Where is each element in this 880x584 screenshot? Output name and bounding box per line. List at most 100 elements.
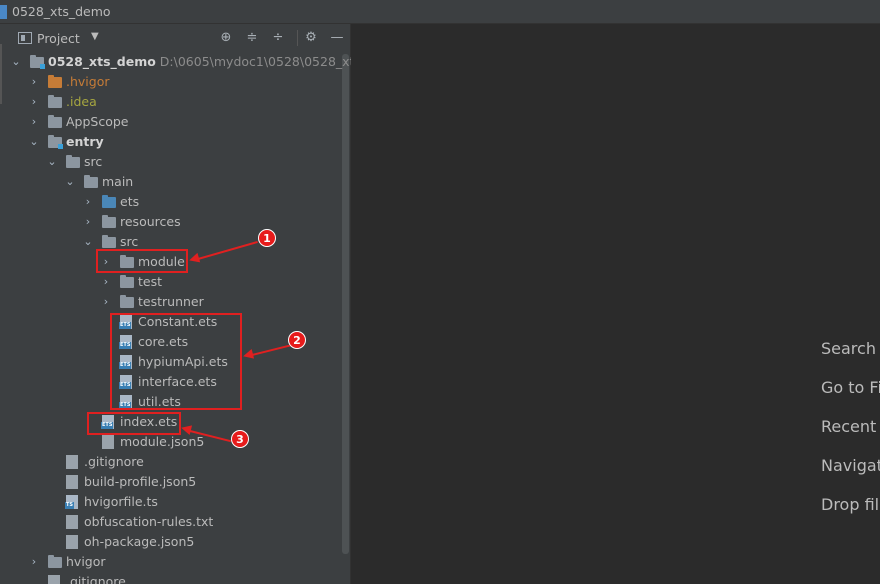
tree-row-resources[interactable]: › resources	[5, 212, 351, 232]
hint-recent-files: Recent F	[821, 417, 880, 436]
tree-label: src	[84, 154, 103, 169]
folder-icon	[102, 195, 116, 208]
folder-icon	[102, 215, 116, 228]
tree-row-gitignore-root[interactable]: .gitignore	[5, 572, 351, 584]
tree-row-gitignore[interactable]: .gitignore	[5, 452, 351, 472]
tree-label: build-profile.json5	[84, 474, 197, 489]
text-file-icon	[66, 515, 78, 529]
folder-icon	[30, 55, 45, 69]
minimize-icon[interactable]: —	[328, 29, 346, 47]
annotation-marker-3: 3	[231, 430, 249, 448]
folder-icon	[120, 275, 134, 288]
chevron-down-icon[interactable]: ⌄	[11, 55, 21, 69]
tree-row-hvigorfile[interactable]: hvigorfile.ts	[5, 492, 351, 512]
tree-row-hvigor[interactable]: › hvigor	[5, 552, 351, 572]
gitignore-file-icon	[48, 575, 60, 584]
locate-icon[interactable]: ⊕	[217, 29, 235, 47]
highlight-box-ets-files	[110, 313, 242, 410]
tree-row-test[interactable]: › test	[5, 272, 351, 292]
tree-label: resources	[120, 214, 181, 229]
root-path: D:\0605\mydoc1\0528\0528_xts_de	[159, 54, 351, 69]
annotation-marker-1: 1	[258, 229, 276, 247]
title-bar: 0528_xts_demo	[0, 0, 880, 24]
folder-icon	[102, 235, 116, 248]
hint-go-to-file: Go to Fi	[821, 378, 880, 397]
tree-row-buildprofile[interactable]: build-profile.json5	[5, 472, 351, 492]
tree-label: module.json5	[120, 434, 205, 449]
tree-row-hvigor-dir[interactable]: › .hvigor	[5, 72, 351, 92]
project-panel: Project ▼ ⊕ ≑ ÷ ⚙ — ⌄ 0528_xts_demo D:\0…	[5, 24, 351, 584]
highlight-box-index	[87, 412, 181, 435]
tree-row-testrunner[interactable]: › testrunner	[5, 292, 351, 312]
tree-label: main	[102, 174, 134, 189]
chevron-down-icon[interactable]: ▼	[91, 31, 99, 42]
project-view-label[interactable]: Project	[37, 31, 80, 46]
app-icon	[0, 4, 7, 19]
hint-search-everywhere: Search E	[821, 339, 880, 358]
chevron-right-icon[interactable]: ›	[29, 95, 39, 109]
tree-label: AppScope	[66, 114, 129, 129]
json-file-icon	[102, 435, 114, 449]
tree-row-main[interactable]: ⌄ main	[5, 172, 351, 192]
collapse-all-icon[interactable]: ÷	[269, 29, 287, 47]
hint-navigation-bar: Navigati	[821, 456, 880, 475]
folder-icon	[48, 555, 62, 568]
tree-label: entry	[66, 134, 104, 149]
tree-label: test	[138, 274, 163, 289]
chevron-right-icon[interactable]: ›	[83, 215, 93, 229]
json-file-icon	[66, 475, 78, 489]
chevron-right-icon[interactable]: ›	[101, 275, 111, 289]
tree-row-idea[interactable]: › .idea	[5, 92, 351, 112]
chevron-down-icon[interactable]: ⌄	[83, 235, 93, 249]
tree-row-obfuscation[interactable]: obfuscation-rules.txt	[5, 512, 351, 532]
tree-row-appscope[interactable]: › AppScope	[5, 112, 351, 132]
folder-icon	[120, 295, 134, 308]
tree-label: ets	[120, 194, 140, 209]
tree-row-ets[interactable]: › ets	[5, 192, 351, 212]
chevron-down-icon[interactable]: ⌄	[65, 175, 75, 189]
folder-icon	[66, 155, 80, 168]
folder-icon	[48, 95, 62, 108]
annotation-marker-2: 2	[288, 331, 306, 349]
tree-label: hvigor	[66, 554, 106, 569]
tree-label: .hvigor	[66, 74, 110, 89]
tree-row-root[interactable]: ⌄ 0528_xts_demo D:\0605\mydoc1\0528\0528…	[5, 52, 351, 72]
tree-row-entry[interactable]: ⌄ entry	[5, 132, 351, 152]
header-divider	[297, 30, 298, 46]
tree-label: src	[120, 234, 139, 249]
tree-label: oh-package.json5	[84, 534, 195, 549]
chevron-right-icon[interactable]: ›	[101, 295, 111, 309]
tree-label: hvigorfile.ts	[84, 494, 158, 509]
chevron-right-icon[interactable]: ›	[29, 115, 39, 129]
json-file-icon	[66, 535, 78, 549]
folder-icon	[84, 175, 98, 188]
folder-icon	[48, 75, 62, 88]
highlight-box-module	[96, 249, 188, 273]
module-folder-icon	[48, 135, 63, 149]
tree-row-modulejson[interactable]: module.json5	[5, 432, 351, 452]
expand-all-icon[interactable]: ≑	[243, 29, 261, 47]
project-panel-header: Project ▼ ⊕ ≑ ÷ ⚙ —	[5, 24, 351, 52]
tree-label: .gitignore	[66, 574, 126, 584]
editor-area: Search E Go to Fi Recent F Navigati Drop…	[352, 24, 880, 584]
chevron-right-icon[interactable]: ›	[83, 195, 93, 209]
chevron-down-icon[interactable]: ⌄	[29, 135, 39, 149]
tree-label: testrunner	[138, 294, 204, 309]
folder-icon	[48, 115, 62, 128]
tree-label: .idea	[66, 94, 97, 109]
window-title: 0528_xts_demo	[12, 4, 111, 19]
root-name: 0528_xts_demo	[48, 54, 156, 69]
ts-file-icon	[65, 495, 78, 509]
hint-drop-files: Drop file	[821, 495, 880, 514]
tree-label: .gitignore	[84, 454, 144, 469]
chevron-right-icon[interactable]: ›	[29, 75, 39, 89]
tree-row-src[interactable]: ⌄ src	[5, 152, 351, 172]
project-view-icon	[18, 32, 32, 44]
tree-label: obfuscation-rules.txt	[84, 514, 214, 529]
chevron-down-icon[interactable]: ⌄	[47, 155, 57, 169]
tree-row-ohpackage[interactable]: oh-package.json5	[5, 532, 351, 552]
gitignore-file-icon	[66, 455, 78, 469]
chevron-right-icon[interactable]: ›	[29, 555, 39, 569]
gear-icon[interactable]: ⚙	[302, 29, 320, 47]
project-tool-tab[interactable]	[0, 44, 2, 104]
